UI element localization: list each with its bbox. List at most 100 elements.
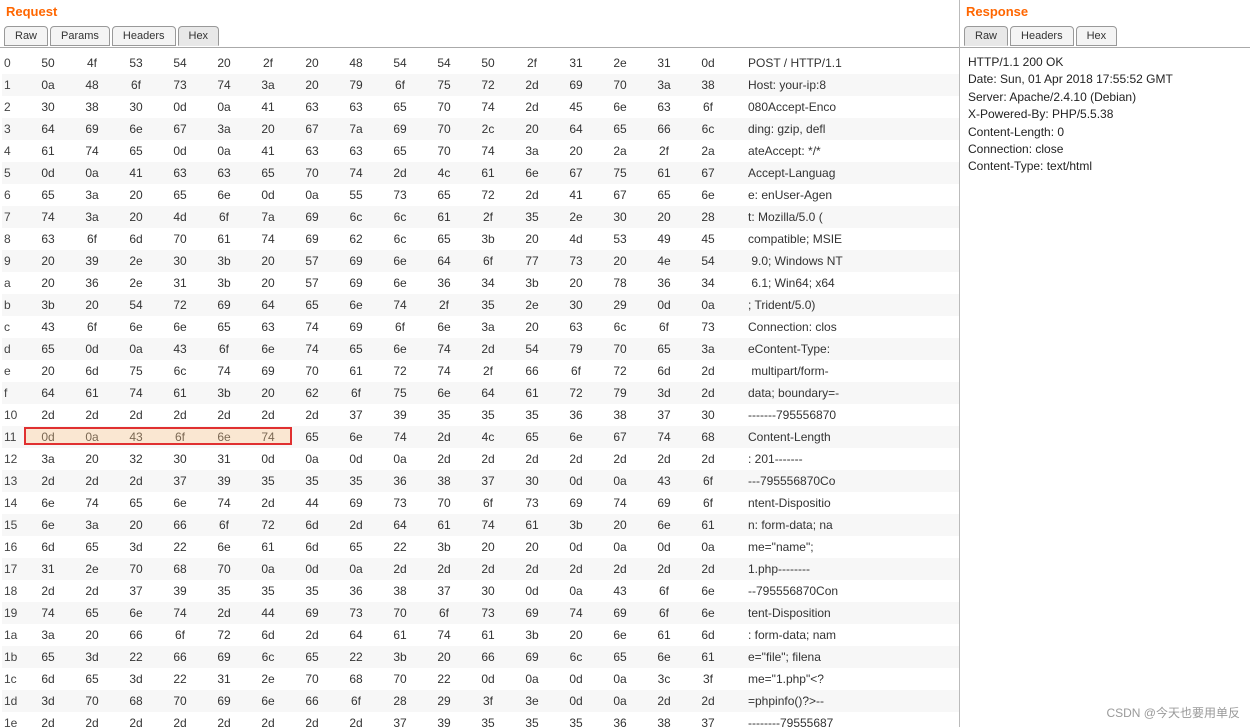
hex-row[interactable]: 102d2d2d2d2d2d2d373935353536383730------… bbox=[2, 404, 959, 426]
hex-byte[interactable]: 20 bbox=[642, 210, 686, 224]
hex-byte[interactable]: 2d bbox=[598, 562, 642, 576]
hex-byte[interactable]: 30 bbox=[26, 100, 70, 114]
hex-byte[interactable]: 64 bbox=[554, 122, 598, 136]
hex-byte[interactable]: 3a bbox=[246, 78, 290, 92]
hex-byte[interactable]: 35 bbox=[246, 584, 290, 598]
hex-byte[interactable]: 0d bbox=[246, 188, 290, 202]
hex-byte[interactable]: 2e bbox=[598, 56, 642, 70]
hex-byte[interactable]: 0a bbox=[114, 342, 158, 356]
hex-byte[interactable]: 63 bbox=[334, 100, 378, 114]
hex-byte[interactable]: 0a bbox=[290, 188, 334, 202]
hex-byte[interactable]: 70 bbox=[422, 144, 466, 158]
hex-byte[interactable]: 20 bbox=[510, 540, 554, 554]
hex-byte[interactable]: 66 bbox=[158, 650, 202, 664]
hex-byte[interactable]: 37 bbox=[422, 584, 466, 598]
hex-byte[interactable]: 75 bbox=[114, 364, 158, 378]
hex-byte[interactable]: 6f bbox=[686, 496, 730, 510]
hex-byte[interactable]: 64 bbox=[26, 386, 70, 400]
hex-byte[interactable]: 2d bbox=[26, 408, 70, 422]
hex-byte[interactable]: 43 bbox=[598, 584, 642, 598]
hex-byte[interactable]: 35 bbox=[466, 716, 510, 727]
hex-byte[interactable]: 79 bbox=[334, 78, 378, 92]
hex-byte[interactable]: 37 bbox=[378, 716, 422, 727]
hex-byte[interactable]: 20 bbox=[598, 254, 642, 268]
hex-byte[interactable]: 72 bbox=[246, 518, 290, 532]
hex-byte[interactable]: 74 bbox=[466, 100, 510, 114]
hex-byte[interactable]: 72 bbox=[158, 298, 202, 312]
hex-byte[interactable]: 6e bbox=[554, 430, 598, 444]
hex-byte[interactable]: 3a bbox=[70, 188, 114, 202]
hex-byte[interactable]: 20 bbox=[114, 518, 158, 532]
hex-byte[interactable]: 54 bbox=[422, 56, 466, 70]
hex-byte[interactable]: 63 bbox=[290, 100, 334, 114]
hex-byte[interactable]: 3a bbox=[466, 320, 510, 334]
hex-byte[interactable]: 6f bbox=[334, 386, 378, 400]
hex-byte[interactable]: 0a bbox=[202, 100, 246, 114]
hex-byte[interactable]: 70 bbox=[290, 672, 334, 686]
hex-byte[interactable]: 3a bbox=[26, 628, 70, 642]
hex-byte[interactable]: 0d bbox=[246, 452, 290, 466]
hex-byte[interactable]: 41 bbox=[246, 100, 290, 114]
hex-byte[interactable]: 6d bbox=[290, 518, 334, 532]
hex-byte[interactable]: 63 bbox=[202, 166, 246, 180]
hex-byte[interactable]: 43 bbox=[642, 474, 686, 488]
hex-byte[interactable]: 2d bbox=[686, 562, 730, 576]
hex-byte[interactable]: 6e bbox=[378, 276, 422, 290]
hex-byte[interactable]: 2d bbox=[510, 452, 554, 466]
hex-byte[interactable]: 6d bbox=[114, 232, 158, 246]
hex-byte[interactable]: 74 bbox=[422, 342, 466, 356]
hex-byte[interactable]: 2d bbox=[466, 562, 510, 576]
hex-byte[interactable]: 6e bbox=[114, 606, 158, 620]
hex-row[interactable]: 166d653d226e616d65223b20200d0a0d0ame="na… bbox=[2, 536, 959, 558]
hex-byte[interactable]: 48 bbox=[70, 78, 114, 92]
hex-byte[interactable]: 30 bbox=[114, 100, 158, 114]
hex-byte[interactable]: 0a bbox=[598, 540, 642, 554]
hex-byte[interactable]: 2d bbox=[334, 716, 378, 727]
hex-byte[interactable]: 3a bbox=[686, 342, 730, 356]
hex-byte[interactable]: 6c bbox=[246, 650, 290, 664]
hex-byte[interactable]: 20 bbox=[26, 276, 70, 290]
hex-byte[interactable]: 6e bbox=[598, 100, 642, 114]
tab-hex[interactable]: Hex bbox=[178, 26, 220, 46]
hex-byte[interactable]: 69 bbox=[554, 78, 598, 92]
hex-byte[interactable]: 6e bbox=[158, 320, 202, 334]
hex-byte[interactable]: 69 bbox=[378, 122, 422, 136]
hex-byte[interactable]: 65 bbox=[642, 342, 686, 356]
hex-byte[interactable]: 36 bbox=[642, 276, 686, 290]
hex-byte[interactable]: 32 bbox=[114, 452, 158, 466]
hex-byte[interactable]: 2d bbox=[26, 474, 70, 488]
tab-hex[interactable]: Hex bbox=[1076, 26, 1118, 46]
hex-byte[interactable]: 6d bbox=[246, 628, 290, 642]
hex-byte[interactable]: 20 bbox=[510, 122, 554, 136]
hex-byte[interactable]: 61 bbox=[510, 386, 554, 400]
hex-byte[interactable]: 35 bbox=[510, 716, 554, 727]
hex-byte[interactable]: 6e bbox=[378, 254, 422, 268]
hex-byte[interactable]: 31 bbox=[158, 276, 202, 290]
hex-byte[interactable]: 0a bbox=[26, 78, 70, 92]
hex-byte[interactable]: 6f bbox=[202, 210, 246, 224]
hex-byte[interactable]: 62 bbox=[290, 386, 334, 400]
hex-byte[interactable]: 38 bbox=[642, 716, 686, 727]
hex-byte[interactable]: 6e bbox=[246, 342, 290, 356]
hex-byte[interactable]: 36 bbox=[422, 276, 466, 290]
hex-byte[interactable]: 6e bbox=[686, 606, 730, 620]
hex-byte[interactable]: 6e bbox=[202, 430, 246, 444]
hex-byte[interactable]: 20 bbox=[510, 232, 554, 246]
tab-raw[interactable]: Raw bbox=[4, 26, 48, 46]
hex-byte[interactable]: 6e bbox=[422, 386, 466, 400]
hex-byte[interactable]: 73 bbox=[554, 254, 598, 268]
hex-byte[interactable]: 67 bbox=[686, 166, 730, 180]
hex-byte[interactable]: 70 bbox=[158, 694, 202, 708]
hex-byte[interactable]: 0d bbox=[642, 298, 686, 312]
hex-byte[interactable]: 74 bbox=[70, 496, 114, 510]
hex-byte[interactable]: 61 bbox=[466, 628, 510, 642]
hex-byte[interactable]: 69 bbox=[70, 122, 114, 136]
hex-byte[interactable]: 74 bbox=[466, 518, 510, 532]
hex-byte[interactable]: 50 bbox=[466, 56, 510, 70]
hex-byte[interactable]: 31 bbox=[26, 562, 70, 576]
hex-byte[interactable]: 74 bbox=[70, 144, 114, 158]
hex-byte[interactable]: 64 bbox=[246, 298, 290, 312]
hex-byte[interactable]: 6d bbox=[70, 364, 114, 378]
hex-byte[interactable]: 6e bbox=[26, 496, 70, 510]
hex-byte[interactable]: 31 bbox=[642, 56, 686, 70]
